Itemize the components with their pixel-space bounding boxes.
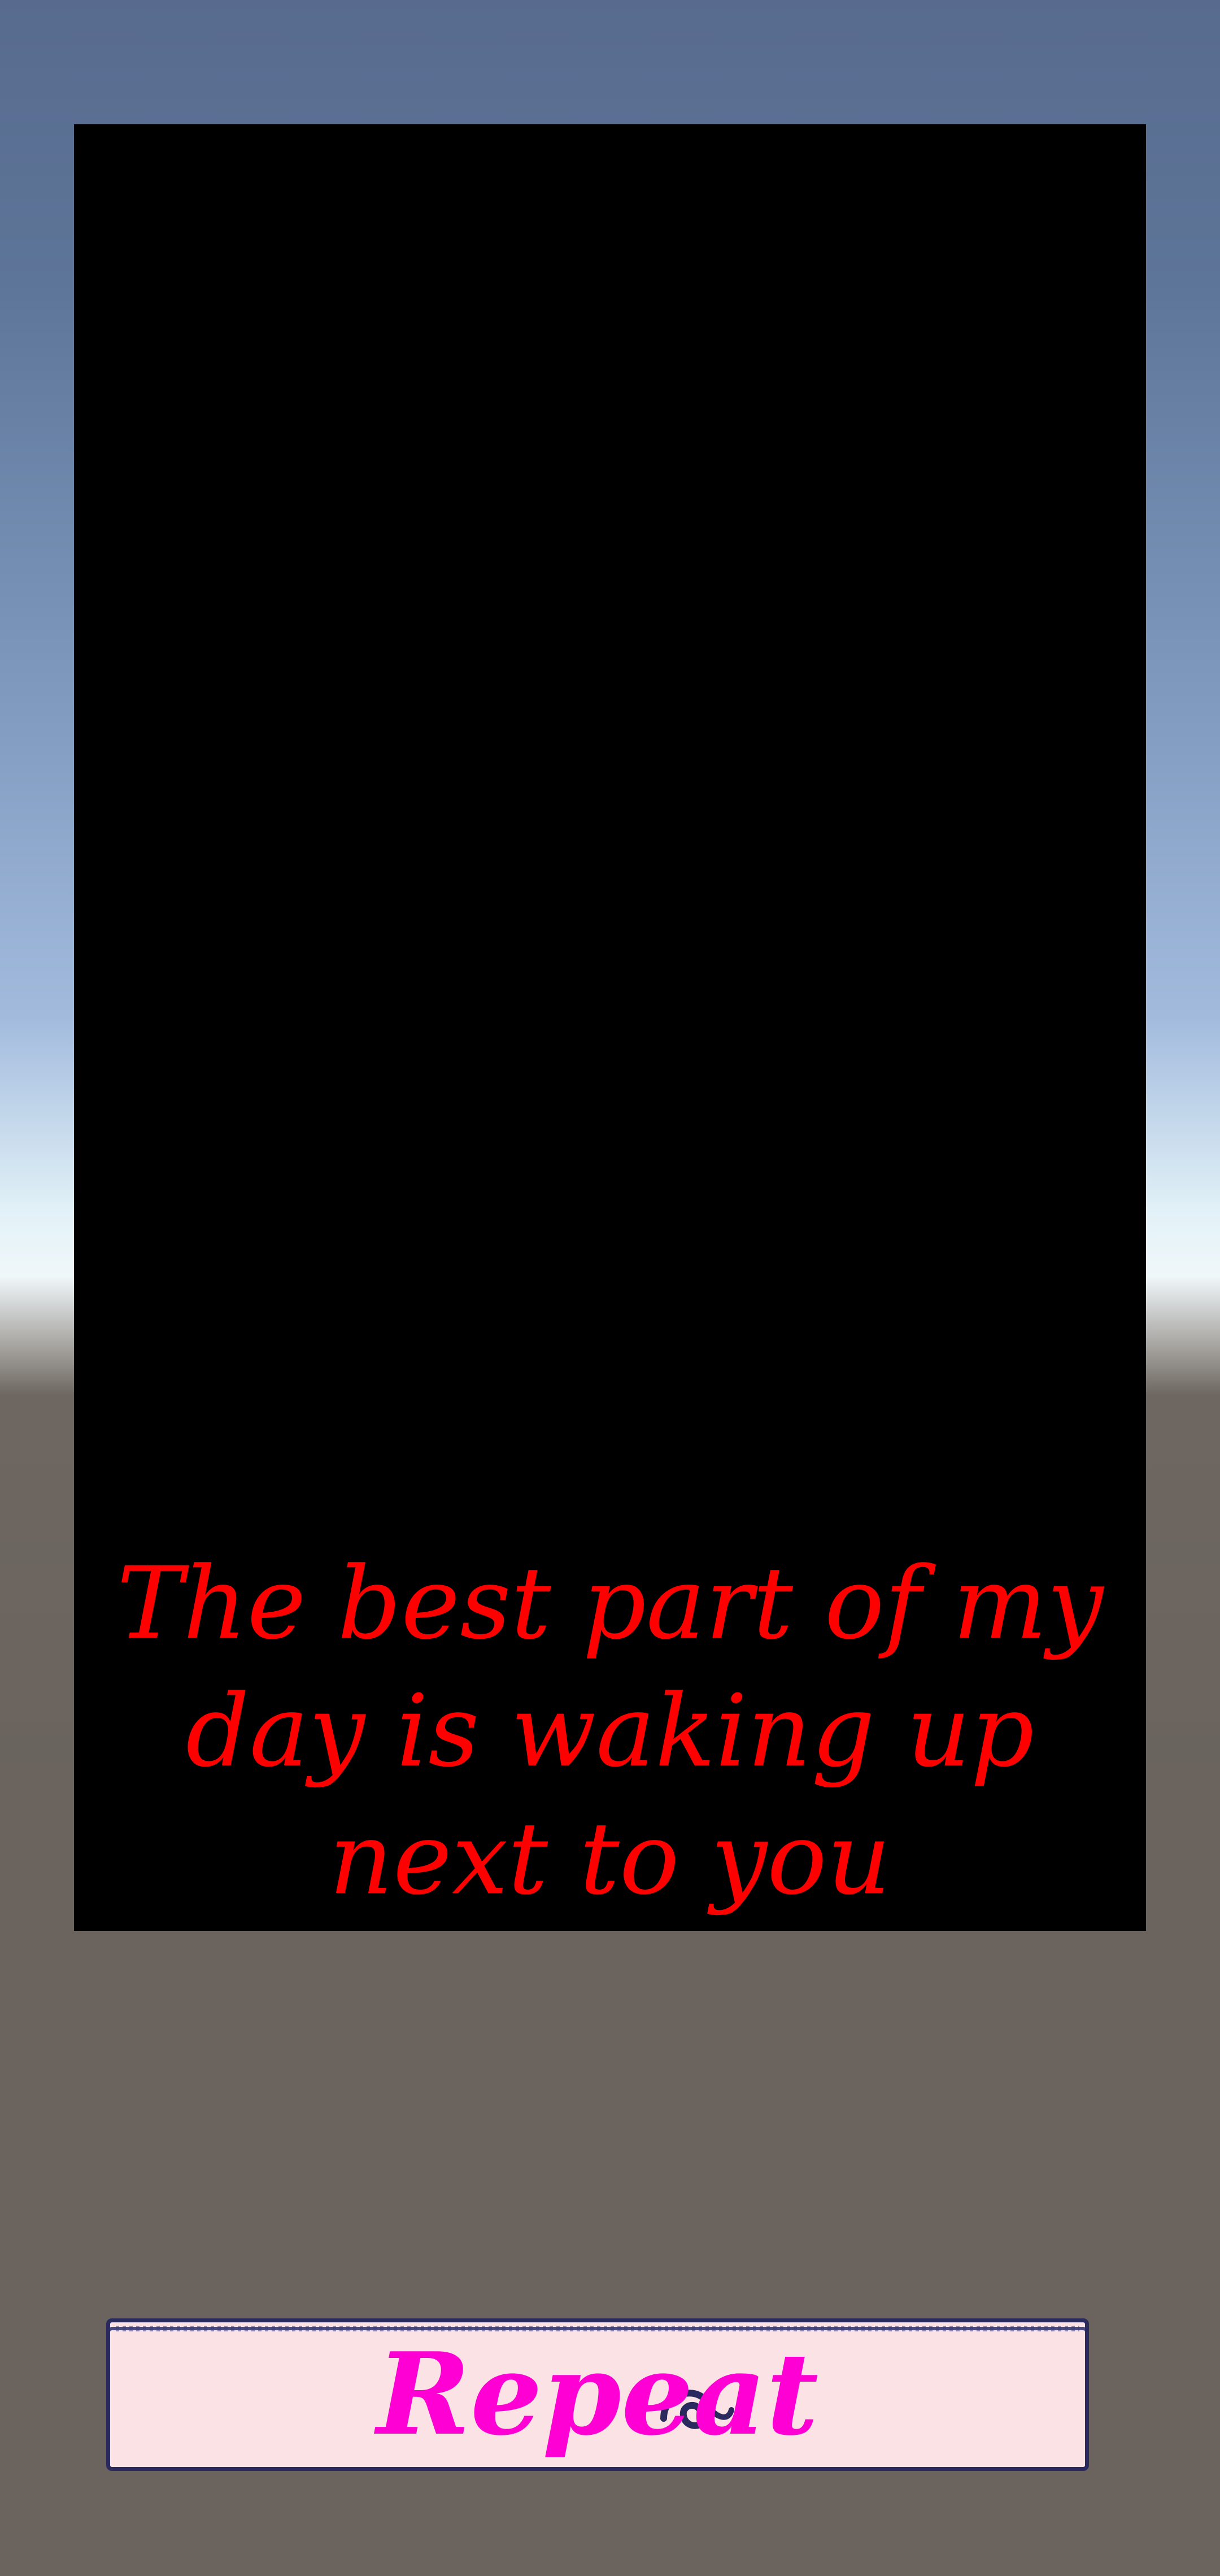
- video-panel: The best part of my day is waking up nex…: [74, 124, 1146, 1931]
- repeat-button[interactable]: Repeat: [106, 2318, 1089, 2471]
- caption-text: The best part of my day is waking up nex…: [116, 1546, 1104, 1917]
- repeat-button-label: Repeat: [376, 2328, 819, 2461]
